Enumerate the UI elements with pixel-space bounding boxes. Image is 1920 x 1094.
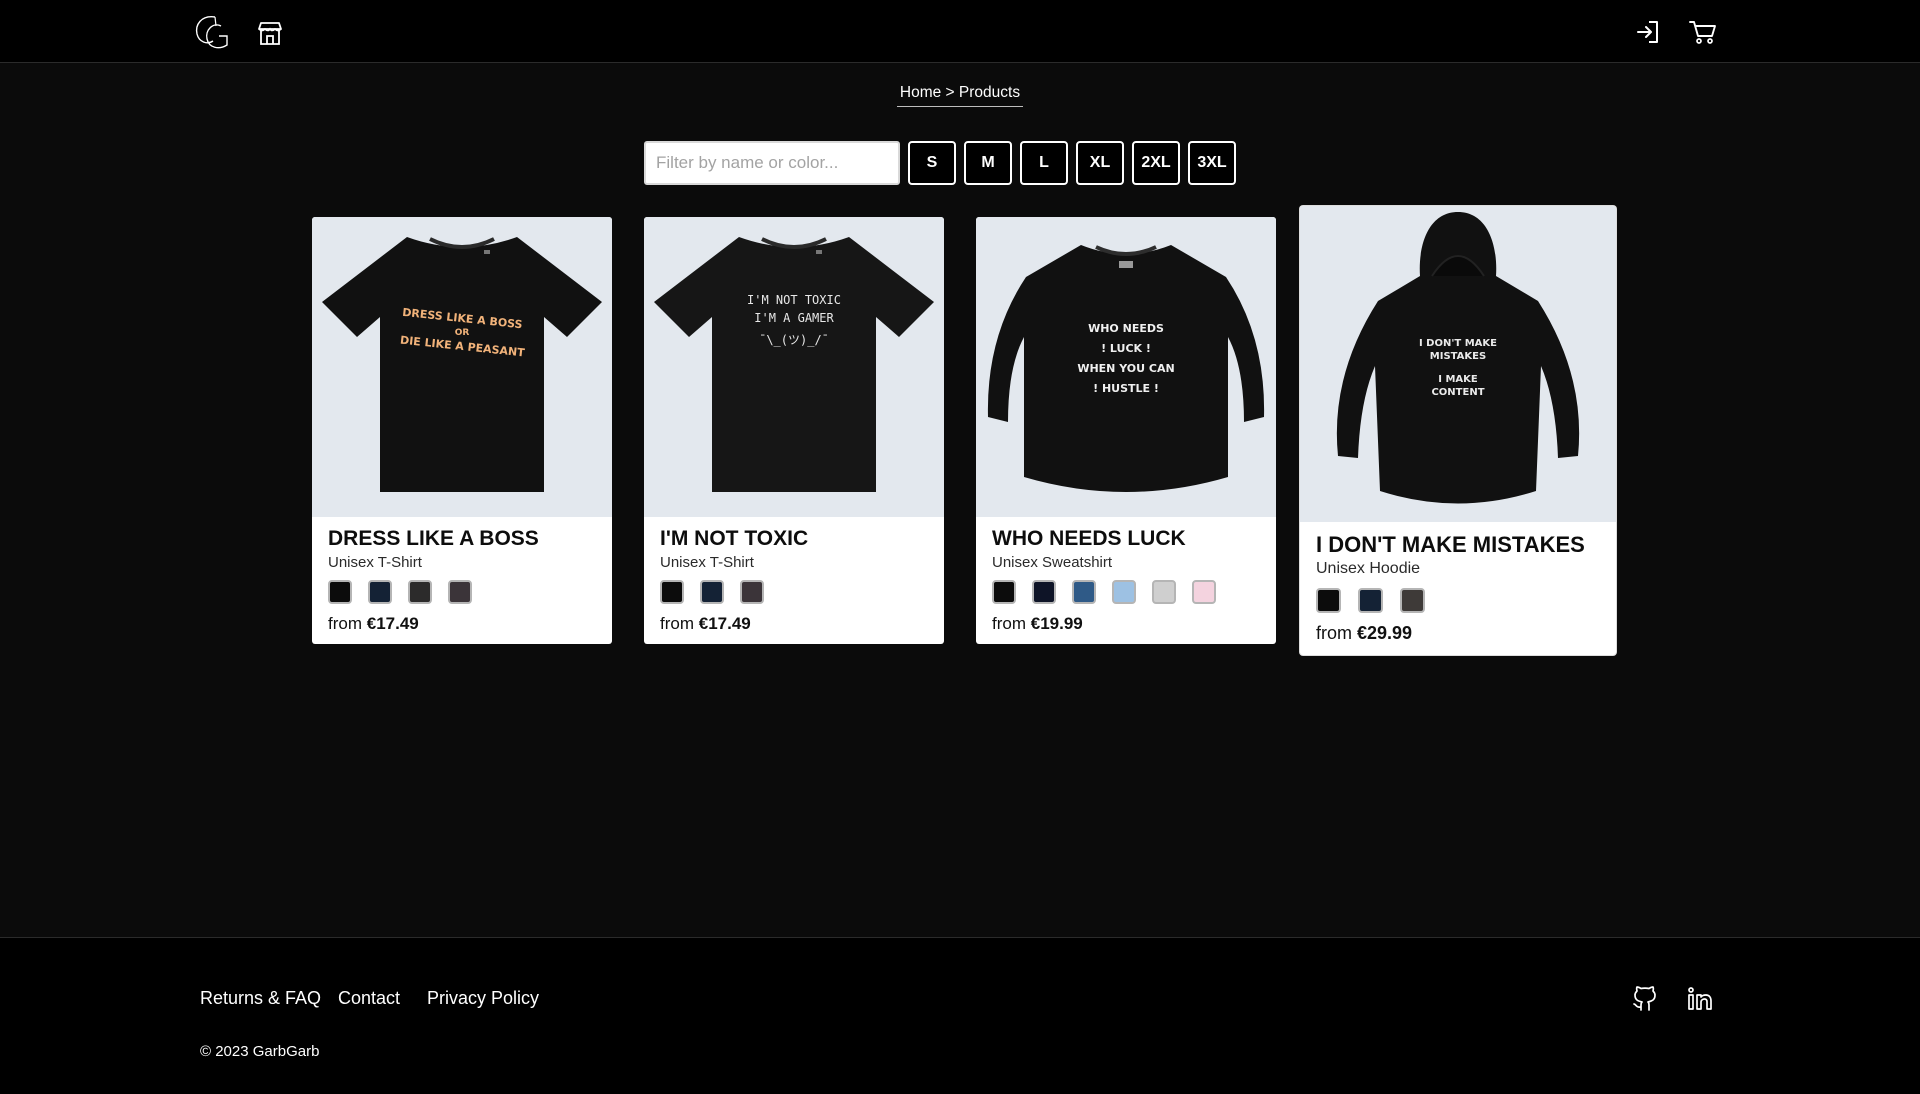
color-swatch[interactable]	[660, 580, 684, 604]
shirt-print-line-2: OR	[455, 328, 470, 338]
size-filter-2xl-button[interactable]: 2XL	[1132, 141, 1180, 185]
price-prefix: from	[1316, 623, 1352, 643]
product-card-hovered[interactable]: I DON'T MAKE MISTAKES I MAKE CONTENT I D…	[1300, 206, 1616, 655]
shirt-print-line-2: ! LUCK !	[1101, 342, 1151, 355]
shirt-print-line-2: I'M A GAMER	[754, 311, 834, 325]
footer-link-contact[interactable]: Contact	[338, 988, 400, 1009]
color-swatch[interactable]	[992, 580, 1016, 604]
color-swatch[interactable]	[1316, 588, 1341, 613]
product-image[interactable]: WHO NEEDS ! LUCK ! WHEN YOU CAN ! HUSTLE…	[976, 217, 1276, 517]
shirt-print-line-3: ¯\_(ツ)_/¯	[759, 333, 829, 347]
github-icon[interactable]	[1632, 985, 1658, 1011]
product-price: from €17.49	[660, 614, 751, 634]
price-prefix: from	[660, 614, 694, 633]
cart-icon[interactable]	[1688, 18, 1718, 46]
price-value: €17.49	[698, 614, 751, 633]
hoodie-print-line-2: MISTAKES	[1430, 351, 1486, 362]
color-swatches	[992, 580, 1216, 604]
size-filter-xl-button[interactable]: XL	[1076, 141, 1124, 185]
price-value: €17.49	[366, 614, 419, 633]
price-value: €29.99	[1357, 623, 1413, 643]
color-swatches	[660, 580, 764, 604]
price-value: €19.99	[1030, 614, 1083, 633]
product-type: Unisex T-Shirt	[660, 554, 754, 571]
product-title: I'M NOT TOXIC	[660, 527, 809, 550]
product-image[interactable]: I'M NOT TOXIC I'M A GAMER ¯\_(ツ)_/¯	[644, 217, 944, 517]
footer-link-returns-faq[interactable]: Returns & FAQ	[200, 988, 321, 1009]
shirt-print-line-3: WHEN YOU CAN	[1077, 362, 1174, 375]
product-card[interactable]: DRESS LIKE A BOSS OR DIE LIKE A PEASANT …	[312, 217, 612, 644]
product-title: DRESS LIKE A BOSS	[328, 527, 539, 550]
product-image[interactable]: I DON'T MAKE MISTAKES I MAKE CONTENT	[1300, 206, 1616, 522]
top-nav-bar	[0, 0, 1920, 63]
product-title: I DON'T MAKE MISTAKES	[1316, 532, 1585, 557]
footer-link-privacy-policy[interactable]: Privacy Policy	[427, 988, 539, 1009]
color-swatch[interactable]	[1400, 588, 1425, 613]
product-type: Unisex T-Shirt	[328, 554, 422, 571]
color-swatch[interactable]	[448, 580, 472, 604]
size-filter-3xl-button[interactable]: 3XL	[1188, 141, 1236, 185]
color-swatch[interactable]	[700, 580, 724, 604]
product-image[interactable]: DRESS LIKE A BOSS OR DIE LIKE A PEASANT	[312, 217, 612, 517]
color-swatch[interactable]	[1072, 580, 1096, 604]
product-card[interactable]: I'M NOT TOXIC I'M A GAMER ¯\_(ツ)_/¯ I'M …	[644, 217, 944, 644]
price-prefix: from	[992, 614, 1026, 633]
product-price: from €19.99	[992, 614, 1083, 634]
color-swatch[interactable]	[1192, 580, 1216, 604]
login-icon[interactable]	[1634, 18, 1662, 46]
color-swatch[interactable]	[1112, 580, 1136, 604]
shirt-print-line-1: I'M NOT TOXIC	[747, 293, 841, 307]
linkedin-icon[interactable]	[1686, 985, 1714, 1011]
copyright-text: © 2023 GarbGarb	[200, 1043, 320, 1060]
size-filter-s-button[interactable]: S	[908, 141, 956, 185]
product-title: WHO NEEDS LUCK	[992, 527, 1186, 550]
product-price: from €17.49	[328, 614, 419, 634]
size-filter-m-button[interactable]: M	[964, 141, 1012, 185]
color-swatch[interactable]	[368, 580, 392, 604]
product-card[interactable]: WHO NEEDS ! LUCK ! WHEN YOU CAN ! HUSTLE…	[976, 217, 1276, 644]
color-swatches	[328, 580, 472, 604]
shirt-print-line-4: ! HUSTLE !	[1093, 382, 1159, 395]
breadcrumb-text[interactable]: Home > Products	[896, 84, 1024, 107]
size-filter-l-button[interactable]: L	[1020, 141, 1068, 185]
hoodie-print-line-1: I DON'T MAKE	[1419, 338, 1497, 349]
product-price: from €29.99	[1316, 623, 1412, 644]
filter-search-input[interactable]	[644, 141, 900, 185]
footer: Returns & FAQ Contact Privacy Policy © 2…	[0, 937, 1920, 1094]
color-swatch[interactable]	[740, 580, 764, 604]
logo-icon[interactable]	[191, 12, 233, 52]
color-swatch[interactable]	[1358, 588, 1383, 613]
hoodie-print-line-3: I MAKE	[1438, 374, 1478, 385]
price-prefix: from	[328, 614, 362, 633]
color-swatch[interactable]	[1032, 580, 1056, 604]
color-swatch[interactable]	[328, 580, 352, 604]
breadcrumb: Home > Products	[0, 84, 1920, 107]
hoodie-print-line-4: CONTENT	[1431, 387, 1484, 398]
color-swatches	[1316, 588, 1425, 613]
color-swatch[interactable]	[1152, 580, 1176, 604]
store-icon[interactable]	[256, 20, 284, 46]
product-type: Unisex Hoodie	[1316, 560, 1421, 577]
shirt-print-line-1: WHO NEEDS	[1088, 322, 1164, 335]
product-type: Unisex Sweatshirt	[992, 554, 1113, 571]
color-swatch[interactable]	[408, 580, 432, 604]
